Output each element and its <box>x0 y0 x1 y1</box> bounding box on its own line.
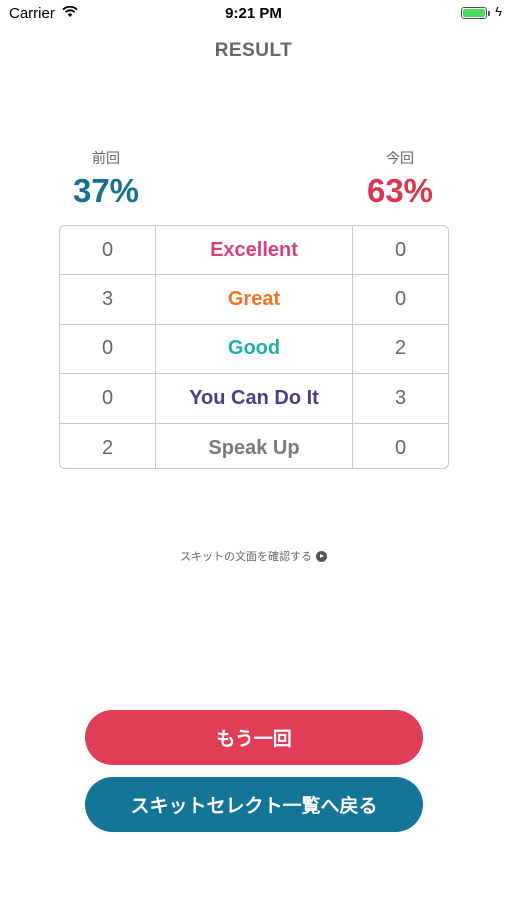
previous-count: 0 <box>60 374 156 423</box>
result-table: 0 Excellent 0 3 Great 0 0 Good 2 0 You C… <box>59 225 449 469</box>
result-label: Speak Up <box>208 436 300 459</box>
battery-icon <box>461 7 487 19</box>
battery-cap <box>488 11 490 16</box>
charging-icon: ϟ <box>495 4 502 19</box>
status-bar: Carrier 9:21 PM ϟ <box>0 0 507 28</box>
previous-label: 前回 <box>92 150 120 166</box>
result-label: Excellent <box>210 238 298 261</box>
current-label: 今回 <box>386 150 414 166</box>
view-skit-text-label: スキットの文面を確認する <box>180 551 312 563</box>
previous-score: 37% <box>72 172 140 209</box>
current-score: 63% <box>366 172 434 209</box>
table-row: 2 Speak Up 0 <box>60 423 448 468</box>
current-count: 2 <box>352 324 448 374</box>
page-title: RESULT <box>214 40 293 61</box>
previous-count: 3 <box>60 275 156 324</box>
previous-count: 0 <box>60 324 156 374</box>
clock: 9:21 PM <box>225 5 282 22</box>
result-label: Great <box>227 288 281 311</box>
play-circle-icon <box>316 550 327 562</box>
current-count: 0 <box>352 226 448 275</box>
current-count: 0 <box>352 423 448 468</box>
current-count: 3 <box>352 374 448 423</box>
table-row: 0 Excellent 0 <box>60 226 448 276</box>
previous-count: 2 <box>60 423 156 468</box>
table-row: 0 You Can Do It 3 <box>60 374 448 424</box>
table-row: 0 Good 2 <box>60 324 448 375</box>
view-skit-text-link[interactable]: スキットの文面を確認する <box>0 548 507 564</box>
retry-button[interactable]: もう一回 <box>85 710 423 765</box>
result-label: You Can Do It <box>189 386 319 409</box>
table-row: 3 Great 0 <box>60 275 448 325</box>
back-to-skit-select-button[interactable]: スキットセレクト一覧へ戻る <box>85 777 423 832</box>
result-label: Good <box>227 337 281 360</box>
current-count: 0 <box>352 275 448 324</box>
previous-count: 0 <box>60 226 156 275</box>
